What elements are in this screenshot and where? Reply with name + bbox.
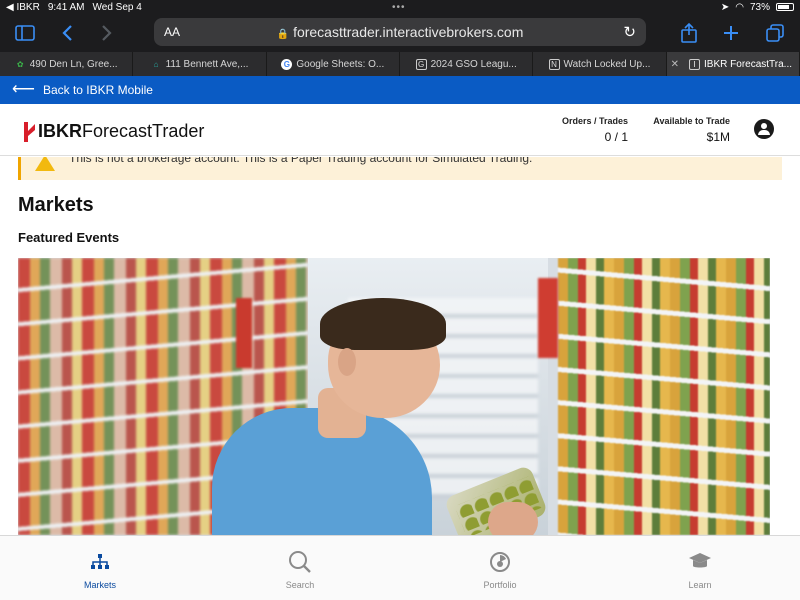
featured-event-image[interactable] bbox=[18, 258, 770, 535]
browser-tab[interactable]: ⌂ 111 Bennett Ave,... bbox=[133, 52, 267, 76]
nav-markets[interactable]: Markets bbox=[0, 536, 200, 600]
orders-trades-value: 0 / 1 bbox=[604, 130, 628, 144]
google-icon: G bbox=[281, 58, 293, 70]
arrow-left-icon: ⟵ bbox=[12, 81, 35, 98]
location-icon: ➤ bbox=[720, 1, 730, 13]
share-icon[interactable] bbox=[676, 20, 702, 46]
close-icon[interactable]: ✕ bbox=[671, 59, 679, 70]
ibkr-forecasttrader-logo[interactable]: IBKR ForecastTrader bbox=[22, 121, 204, 142]
browser-tab-active[interactable]: ✕ I IBKR ForecastTra... bbox=[666, 52, 800, 76]
battery-icon bbox=[776, 3, 794, 11]
status-carrier[interactable]: ◀ IBKR bbox=[6, 2, 40, 13]
app-header: IBKR ForecastTrader Orders / Trades 0 / 1… bbox=[0, 104, 800, 156]
tab-label: IBKR ForecastTra... bbox=[704, 58, 793, 70]
portfolio-icon bbox=[489, 550, 511, 574]
available-to-trade-label: Available to Trade bbox=[653, 116, 730, 126]
nav-portfolio[interactable]: Portfolio bbox=[400, 536, 600, 600]
search-icon bbox=[288, 550, 312, 574]
tab-label: Watch Locked Up... bbox=[563, 58, 651, 70]
orders-trades-stat[interactable]: Orders / Trades 0 / 1 bbox=[552, 116, 628, 144]
user-account-icon[interactable] bbox=[754, 119, 774, 139]
url-text[interactable]: forecasttrader.interactivebrokers.com bbox=[293, 24, 523, 40]
back-label: Back to IBKR Mobile bbox=[42, 83, 153, 97]
address-bar[interactable]: AA 🔒 forecasttrader.interactivebrokers.co… bbox=[154, 18, 646, 46]
status-time: 9:41 AM bbox=[47, 1, 85, 13]
nav-label: Learn bbox=[688, 580, 712, 590]
available-to-trade-value: $1M bbox=[706, 130, 730, 144]
zillow-icon: ✿ bbox=[16, 59, 24, 69]
page-title: Markets bbox=[18, 194, 94, 216]
i-box-icon: I bbox=[689, 58, 701, 70]
n-box-icon: N bbox=[548, 58, 560, 70]
nav-label: Portfolio bbox=[483, 580, 517, 590]
warning-icon bbox=[35, 157, 55, 171]
tab-label: 490 Den Ln, Gree... bbox=[29, 58, 118, 70]
back-arrow-icon[interactable] bbox=[54, 20, 80, 46]
tab-label: 2024 GSO Leagu... bbox=[430, 58, 517, 70]
browser-tab-strip: ✿ 490 Den Ln, Gree... ⌂ 111 Bennett Ave,… bbox=[0, 52, 800, 76]
browser-tab[interactable]: N Watch Locked Up... bbox=[533, 52, 667, 76]
available-to-trade-stat: Available to Trade $1M bbox=[640, 116, 730, 144]
logo-bold-text: IBKR bbox=[38, 121, 82, 141]
sidebar-icon[interactable] bbox=[12, 20, 38, 46]
status-bar: ◀ IBKR 9:41 AM Wed Sep 4 ••• ➤ ◠ 73% bbox=[0, 0, 800, 14]
bottom-navigation: Markets Search Portfolio Learn bbox=[0, 535, 800, 600]
wifi-icon: ◠ bbox=[735, 1, 744, 13]
graduation-cap-icon bbox=[688, 550, 712, 574]
tab-label: 111 Bennett Ave,... bbox=[165, 58, 249, 70]
status-date: Wed Sep 4 bbox=[92, 1, 142, 13]
featured-events-heading: Featured Events bbox=[18, 230, 120, 245]
tab-label: Google Sheets: O... bbox=[296, 58, 385, 70]
browser-toolbar: AA 🔒 forecasttrader.interactivebrokers.co… bbox=[0, 14, 800, 52]
reload-icon[interactable]: ↻ bbox=[623, 23, 636, 41]
browser-tab[interactable]: G Google Sheets: O... bbox=[267, 52, 400, 76]
multitasking-dots-icon[interactable]: ••• bbox=[392, 2, 406, 13]
browser-tab[interactable]: G 2024 GSO Leagu... bbox=[400, 52, 534, 76]
house-icon: ⌂ bbox=[153, 59, 159, 69]
browser-tab[interactable]: ✿ 490 Den Ln, Gree... bbox=[0, 52, 134, 76]
nav-label: Markets bbox=[83, 580, 116, 590]
back-to-ibkr-mobile-link[interactable]: ⟵ Back to IBKR Mobile bbox=[0, 76, 800, 104]
new-tab-icon[interactable] bbox=[718, 20, 744, 46]
ibkr-logo-icon bbox=[24, 121, 35, 142]
lock-icon: 🔒 bbox=[276, 29, 290, 40]
forward-arrow-icon[interactable] bbox=[94, 20, 120, 46]
battery-percent: 73% bbox=[749, 1, 770, 13]
logo-rest-text: ForecastTrader bbox=[82, 121, 205, 141]
warning-text: This is not a brokerage account. This is… bbox=[69, 157, 533, 165]
nav-learn[interactable]: Learn bbox=[600, 536, 800, 600]
nav-label: Search bbox=[285, 580, 315, 590]
tabs-overview-icon[interactable] bbox=[762, 20, 788, 46]
g-box-icon: G bbox=[415, 58, 427, 70]
markets-hierarchy-icon bbox=[91, 550, 109, 574]
nav-search[interactable]: Search bbox=[200, 536, 400, 600]
orders-trades-label: Orders / Trades bbox=[561, 116, 628, 126]
paper-trading-warning-banner: This is not a brokerage account. This is… bbox=[18, 157, 782, 180]
